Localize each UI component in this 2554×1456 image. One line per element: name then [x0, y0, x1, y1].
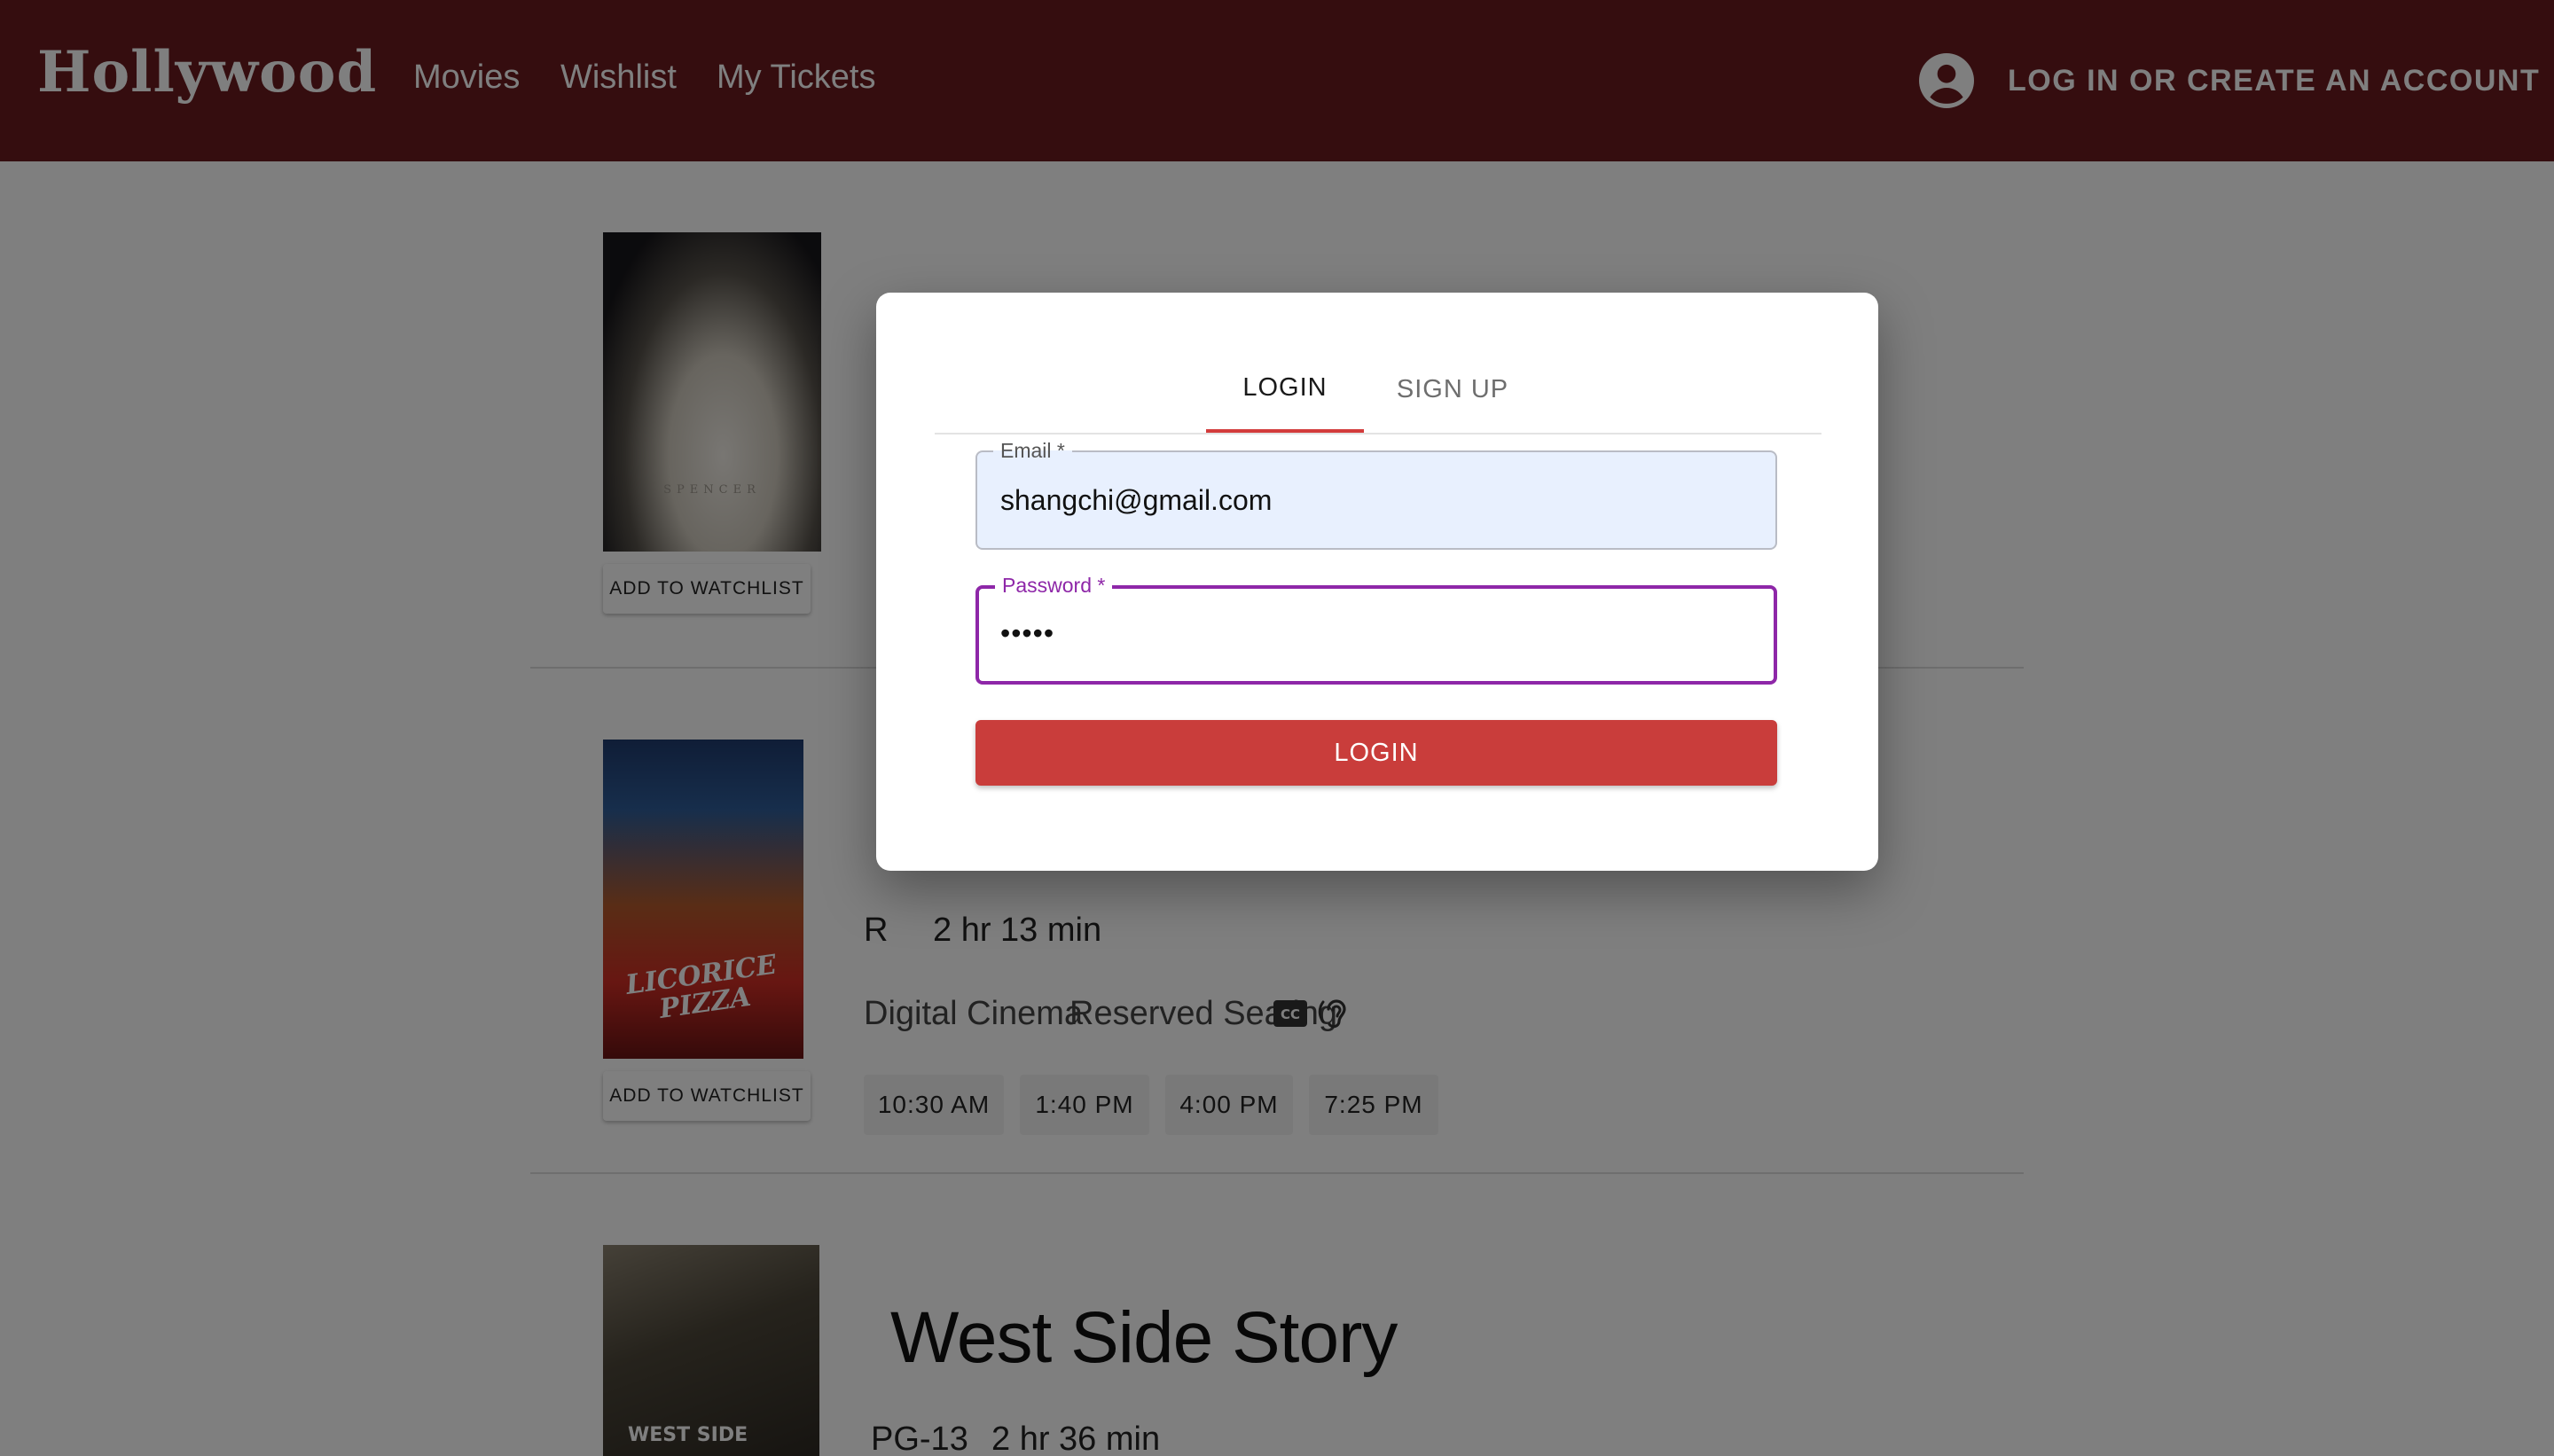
- tab-login[interactable]: LOGIN: [1206, 346, 1364, 433]
- email-field-value: shangchi@gmail.com: [1000, 484, 1273, 516]
- password-field[interactable]: Password * •••••: [975, 573, 1777, 685]
- email-field-label: Email *: [993, 438, 1072, 463]
- password-field-value: •••••: [1000, 617, 1055, 649]
- login-submit-button[interactable]: LOGIN: [975, 720, 1777, 786]
- password-field-label: Password *: [995, 573, 1113, 598]
- tab-sign-up[interactable]: SIGN UP: [1364, 346, 1541, 433]
- auth-tabs: LOGIN SIGN UP: [935, 346, 1821, 434]
- email-field[interactable]: Email * shangchi@gmail.com: [975, 438, 1777, 550]
- login-dialog: LOGIN SIGN UP Email * shangchi@gmail.com…: [876, 293, 1878, 871]
